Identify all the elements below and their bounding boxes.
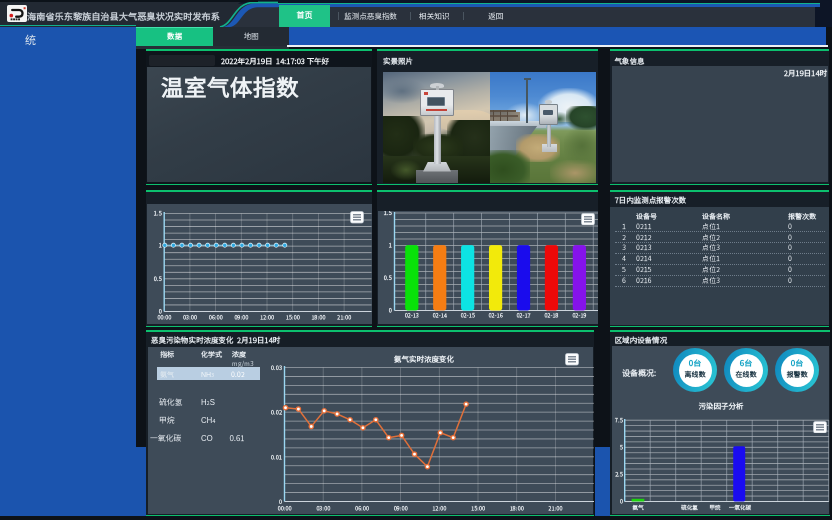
- svg-text:0.03: 0.03: [271, 364, 283, 372]
- svg-text:06:00: 06:00: [209, 314, 223, 322]
- svg-text:15:00: 15:00: [471, 505, 485, 513]
- svg-text:21:00: 21:00: [548, 505, 562, 513]
- svg-text:06:00: 06:00: [355, 505, 369, 513]
- svg-text:12:00: 12:00: [260, 314, 274, 322]
- svg-text:甲烷: 甲烷: [709, 504, 721, 512]
- svg-text:0.5: 0.5: [154, 274, 162, 283]
- svg-text:02-16: 02-16: [488, 312, 502, 320]
- svg-text:7.5: 7.5: [615, 415, 623, 424]
- svg-text:00:00: 00:00: [157, 314, 171, 322]
- svg-text:02-13: 02-13: [405, 312, 420, 320]
- svg-text:02-15: 02-15: [460, 312, 474, 320]
- svg-text:02-18: 02-18: [544, 312, 559, 320]
- svg-text:一氧化碳: 一氧化碳: [728, 504, 752, 512]
- svg-text:硫化氢: 硫化氢: [680, 504, 698, 512]
- svg-text:12:00: 12:00: [432, 505, 446, 513]
- svg-text:00:00: 00:00: [278, 505, 292, 513]
- svg-text:21:00: 21:00: [337, 314, 351, 322]
- svg-text:09:00: 09:00: [234, 314, 248, 322]
- svg-text:1: 1: [159, 240, 162, 249]
- svg-text:0.02: 0.02: [271, 408, 283, 417]
- svg-text:09:00: 09:00: [394, 505, 408, 513]
- svg-text:5: 5: [619, 443, 623, 452]
- svg-text:1.5: 1.5: [384, 211, 392, 217]
- svg-text:02-19: 02-19: [572, 312, 586, 320]
- svg-text:2.5: 2.5: [615, 470, 623, 479]
- svg-text:0: 0: [389, 306, 392, 315]
- svg-text:03:00: 03:00: [316, 505, 330, 513]
- svg-text:02-17: 02-17: [516, 312, 531, 320]
- svg-text:0.01: 0.01: [271, 452, 282, 461]
- svg-text:02-14: 02-14: [433, 312, 448, 320]
- svg-text:03:00: 03:00: [183, 314, 197, 322]
- svg-text:0.5: 0.5: [384, 273, 392, 282]
- svg-text:18:00: 18:00: [510, 505, 524, 513]
- svg-text:1: 1: [389, 241, 392, 250]
- svg-text:0: 0: [620, 497, 623, 506]
- svg-text:氨气: 氨气: [631, 504, 644, 512]
- svg-text:18:00: 18:00: [311, 314, 325, 322]
- svg-text:15:00: 15:00: [286, 314, 300, 322]
- svg-text:1.5: 1.5: [154, 209, 162, 218]
